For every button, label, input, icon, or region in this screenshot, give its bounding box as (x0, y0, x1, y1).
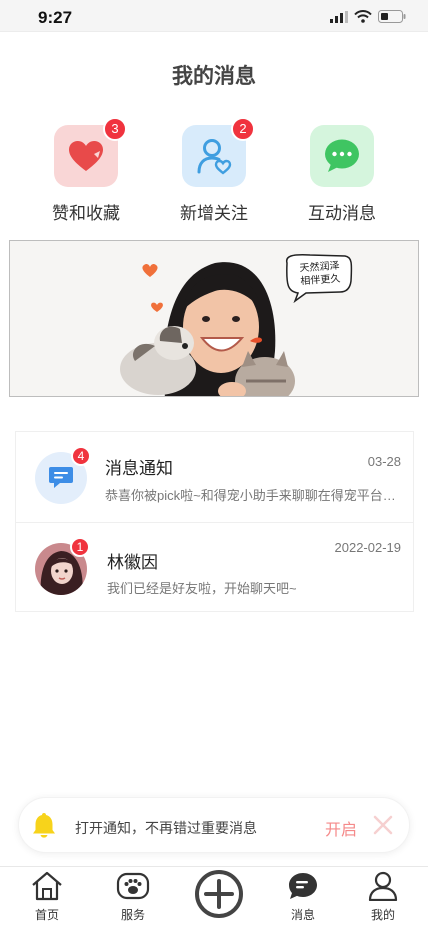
likes-icon-box: 3 (54, 117, 127, 187)
notify-text: 打开通知，不再错过重要消息 (75, 820, 257, 836)
interactions-icon-box (310, 125, 374, 187)
status-time: 9:27 (38, 8, 73, 27)
home-icon (32, 871, 62, 901)
followers-label: 新增关注 (180, 204, 248, 223)
tab-messages-label: 消息 (290, 908, 315, 922)
page-title: 我的消息 (172, 65, 256, 88)
chat-bubble-icon (325, 139, 359, 172)
banner-caption: 天然润泽 相伴更久 (289, 259, 351, 289)
paw-icon (116, 872, 150, 900)
chat-badge: 1 (70, 537, 90, 557)
bottom-tab-bar: 首页 服务 消息 我的 (0, 866, 428, 926)
tab-messages[interactable]: 消息 (273, 871, 333, 923)
quick-new-followers[interactable]: 2 新增关注 (159, 117, 269, 224)
system-notice-time: 03-28 (367, 454, 401, 469)
interactions-label: 互动消息 (308, 204, 376, 223)
banner-image (120, 254, 353, 396)
status-bar: 9:27 (0, 0, 428, 32)
system-notice-avatar: 4 (35, 446, 91, 504)
system-notice-preview: 恭喜你被pick啦~和得宠小助手来聊聊在得宠平台的乐趣吧 (105, 488, 402, 503)
wifi-icon (354, 10, 372, 23)
heart-icon (69, 141, 103, 171)
message-list: 4 消息通知 03-28 恭喜你被pick啦~和得宠小助手来聊聊在得宠平台的乐趣… (15, 431, 414, 612)
tab-me[interactable]: 我的 (353, 871, 413, 923)
followers-badge: 2 (231, 117, 255, 141)
plus-circle-icon (195, 870, 243, 918)
chat-avatar-wrap: 1 (35, 537, 90, 595)
list-item-system-notice[interactable]: 4 消息通知 03-28 恭喜你被pick啦~和得宠小助手来聊聊在得宠平台的乐趣… (16, 432, 413, 522)
status-icons (330, 10, 406, 23)
tab-home[interactable]: 首页 (17, 871, 77, 923)
followers-icon-box: 2 (182, 117, 255, 187)
tab-me-label: 我的 (370, 908, 395, 922)
tab-publish[interactable] (189, 869, 249, 924)
message-icon (49, 467, 73, 488)
signal-icon (330, 10, 348, 23)
message-tab-icon (289, 873, 317, 899)
list-item-chat[interactable]: 1 林徽因 2022-02-19 我们已经是好友啦，开始聊天吧~ (16, 522, 413, 612)
bell-icon (33, 813, 55, 838)
user-icon (368, 871, 398, 902)
person-heart-icon (197, 139, 232, 175)
tab-home-label: 首页 (34, 908, 59, 922)
enable-notification-prompt: 打开通知，不再错过重要消息 开启 (18, 797, 410, 853)
likes-badge: 3 (103, 117, 127, 141)
system-notice-title: 消息通知 (105, 459, 173, 478)
tab-services[interactable]: 服务 (103, 871, 163, 923)
chat-title: 林徽因 (107, 553, 158, 572)
tab-services-label: 服务 (120, 908, 145, 922)
system-notice-badge: 4 (71, 446, 91, 466)
battery-icon (378, 10, 406, 23)
promo-banner[interactable]: 天然润泽 相伴更久 (9, 240, 419, 397)
quick-interactions[interactable]: 互动消息 (287, 125, 397, 224)
close-icon[interactable] (372, 814, 394, 836)
likes-label: 赞和收藏 (52, 204, 120, 223)
chat-time: 2022-02-19 (334, 540, 402, 555)
quick-likes-favorites[interactable]: 3 赞和收藏 (31, 117, 141, 224)
chat-preview: 我们已经是好友啦，开始聊天吧~ (107, 581, 297, 596)
notify-open-button[interactable]: 开启 (325, 816, 357, 840)
